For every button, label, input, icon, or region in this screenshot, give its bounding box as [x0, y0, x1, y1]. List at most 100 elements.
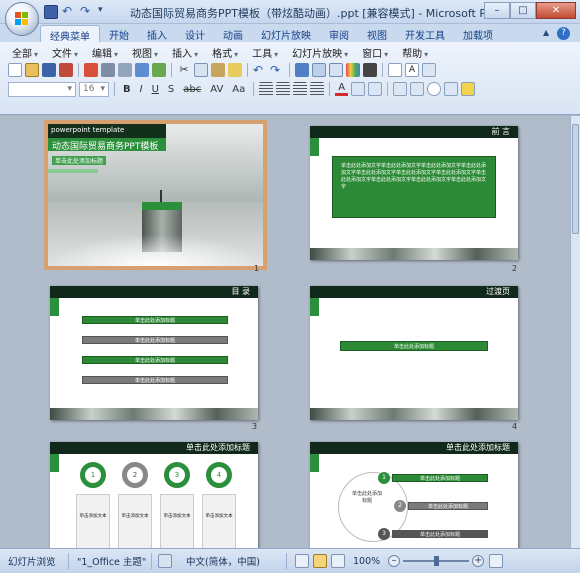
bold-button[interactable]: B: [120, 84, 134, 95]
slide-thumbnail-6[interactable]: 单击此处添加标题 单击此处添加标题 1 单击此处添加标题 2 单击此处添加标题 …: [310, 442, 518, 548]
zoom-icon[interactable]: [422, 63, 436, 77]
format-painter-icon[interactable]: [228, 63, 242, 77]
menu-tools[interactable]: 工具: [246, 45, 284, 60]
vertical-scrollbar[interactable]: [570, 116, 580, 548]
save-icon[interactable]: [42, 63, 56, 77]
menu-window[interactable]: 窗口: [356, 45, 394, 60]
numbering-icon[interactable]: [368, 82, 383, 96]
tab-classic-menu[interactable]: 经典菜单: [40, 25, 100, 43]
status-language[interactable]: 中文(简体，中国): [178, 554, 286, 568]
slide-number-4: 4: [512, 422, 518, 431]
print-icon[interactable]: [101, 63, 115, 77]
underline-button[interactable]: U: [149, 84, 162, 95]
new-slide-icon[interactable]: [388, 63, 402, 77]
help-icon[interactable]: ?: [557, 27, 570, 40]
print-preview-icon[interactable]: [118, 63, 132, 77]
align-right-icon[interactable]: [293, 82, 308, 96]
quick-access-toolbar: ↶ ↷ ▾: [44, 4, 112, 20]
tab-design[interactable]: 设计: [176, 25, 214, 42]
new-icon[interactable]: [8, 63, 22, 77]
office-logo-icon: [15, 12, 29, 26]
office-button[interactable]: [5, 2, 39, 36]
menu-slideshow[interactable]: 幻灯片放映: [286, 45, 354, 60]
permission-icon[interactable]: [59, 63, 73, 77]
tab-insert[interactable]: 插入: [138, 25, 176, 42]
justify-icon[interactable]: [310, 82, 325, 96]
font-color-button[interactable]: A: [335, 82, 349, 96]
zoom-slider[interactable]: [403, 555, 470, 567]
spelling-check-icon[interactable]: [158, 554, 172, 568]
fit-to-window-icon[interactable]: [489, 554, 504, 568]
menu-format[interactable]: 格式: [206, 45, 244, 60]
slide-thumbnail-3[interactable]: 目 录 单击此处添加标题 单击此处添加标题 单击此处添加标题 单击此处添加标题: [50, 286, 258, 420]
research-icon[interactable]: [152, 63, 166, 77]
shapes-icon[interactable]: [427, 82, 442, 96]
tab-slideshow[interactable]: 幻灯片放映: [252, 25, 320, 42]
spelling-icon[interactable]: [135, 63, 149, 77]
save-icon[interactable]: [44, 5, 58, 19]
font-size-box[interactable]: 16 ▾: [79, 81, 109, 97]
decrease-indent-icon[interactable]: [393, 82, 408, 96]
menu-insert[interactable]: 插入: [166, 45, 204, 60]
cut-icon[interactable]: ✂: [177, 63, 191, 77]
font-name-box[interactable]: ▾: [8, 81, 76, 97]
menu-file[interactable]: 文件: [46, 45, 84, 60]
menu-all[interactable]: 全部: [6, 45, 44, 60]
slide-thumbnail-1[interactable]: powerpoint template 动态国际贸易商务PPT模板 单击此处添加…: [44, 120, 267, 270]
align-left-icon[interactable]: [259, 82, 274, 96]
bullets-icon[interactable]: [351, 82, 366, 96]
increase-indent-icon[interactable]: [410, 82, 425, 96]
maximize-button[interactable]: □: [510, 2, 536, 19]
tab-view[interactable]: 视图: [358, 25, 396, 42]
italic-button[interactable]: I: [137, 84, 146, 95]
undo-icon[interactable]: ↶: [62, 5, 76, 19]
tab-addins[interactable]: 加载项: [454, 25, 502, 42]
text-box-icon[interactable]: A: [405, 63, 419, 77]
table-icon[interactable]: [312, 63, 326, 77]
hyperlink-icon[interactable]: [295, 63, 309, 77]
menu-help[interactable]: 帮助: [396, 45, 434, 60]
slide-thumbnail-4[interactable]: 过渡页 单击此处添加标题: [310, 286, 518, 420]
undo-icon[interactable]: ↶: [253, 63, 267, 77]
menu-edit[interactable]: 编辑: [86, 45, 124, 60]
slide-thumbnail-2[interactable]: 前 言 单击此处添加文字单击此处添加文字单击此处添加文字单击此处添加文字单击此处…: [310, 126, 518, 260]
redo-icon[interactable]: ↷: [270, 63, 284, 77]
zoom-in-button[interactable]: +: [472, 555, 485, 567]
normal-view-icon[interactable]: [295, 554, 309, 568]
status-theme: "1_Office 主题": [77, 557, 147, 568]
slide-sorter-icon[interactable]: [313, 554, 327, 568]
tab-home[interactable]: 开始: [100, 25, 138, 42]
ribbon-minimize-icon[interactable]: ▲: [543, 28, 553, 38]
close-button[interactable]: ✕: [536, 2, 576, 19]
ribbon-tabs: 经典菜单 开始 插入 设计 动画 幻灯片放映 审阅 视图 开发工具 加载项: [0, 24, 580, 43]
spacing-button[interactable]: AV: [207, 84, 226, 95]
strikethrough-button[interactable]: abc: [180, 84, 204, 95]
case-button[interactable]: Aa: [229, 84, 248, 95]
slide-thumbnail-5[interactable]: 单击此处添加标题 1 2 3 4 单击添加文本 单击添加文本 单击添加文本 单击…: [50, 442, 258, 548]
tab-developer[interactable]: 开发工具: [396, 25, 454, 42]
shadow-button[interactable]: S: [165, 84, 177, 95]
slide-6-center-text: 单击此处添加标题: [351, 491, 382, 504]
arrange-icon[interactable]: [444, 82, 459, 96]
zoom-level[interactable]: 100%: [345, 556, 388, 567]
slideshow-view-icon[interactable]: [331, 554, 345, 568]
chart-icon[interactable]: [329, 63, 343, 77]
open-icon[interactable]: [25, 63, 39, 77]
minimize-button[interactable]: –: [484, 2, 510, 19]
zoom-slider-thumb[interactable]: [434, 556, 440, 566]
pdf-icon[interactable]: [84, 63, 98, 77]
color-icon[interactable]: [346, 63, 360, 77]
redo-icon[interactable]: ↷: [80, 5, 94, 19]
qat-dropdown-icon[interactable]: ▾: [98, 5, 112, 19]
copy-icon[interactable]: [194, 63, 208, 77]
fill-color-icon[interactable]: [461, 82, 476, 96]
tab-review[interactable]: 审阅: [320, 25, 358, 42]
tab-animations[interactable]: 动画: [214, 25, 252, 42]
slide-2-header: 前 言: [310, 126, 518, 138]
slide-number-3: 3: [252, 422, 258, 431]
align-center-icon[interactable]: [276, 82, 291, 96]
grayscale-icon[interactable]: [363, 63, 377, 77]
paste-icon[interactable]: [211, 63, 225, 77]
zoom-out-button[interactable]: –: [388, 555, 401, 567]
menu-view[interactable]: 视图: [126, 45, 164, 60]
